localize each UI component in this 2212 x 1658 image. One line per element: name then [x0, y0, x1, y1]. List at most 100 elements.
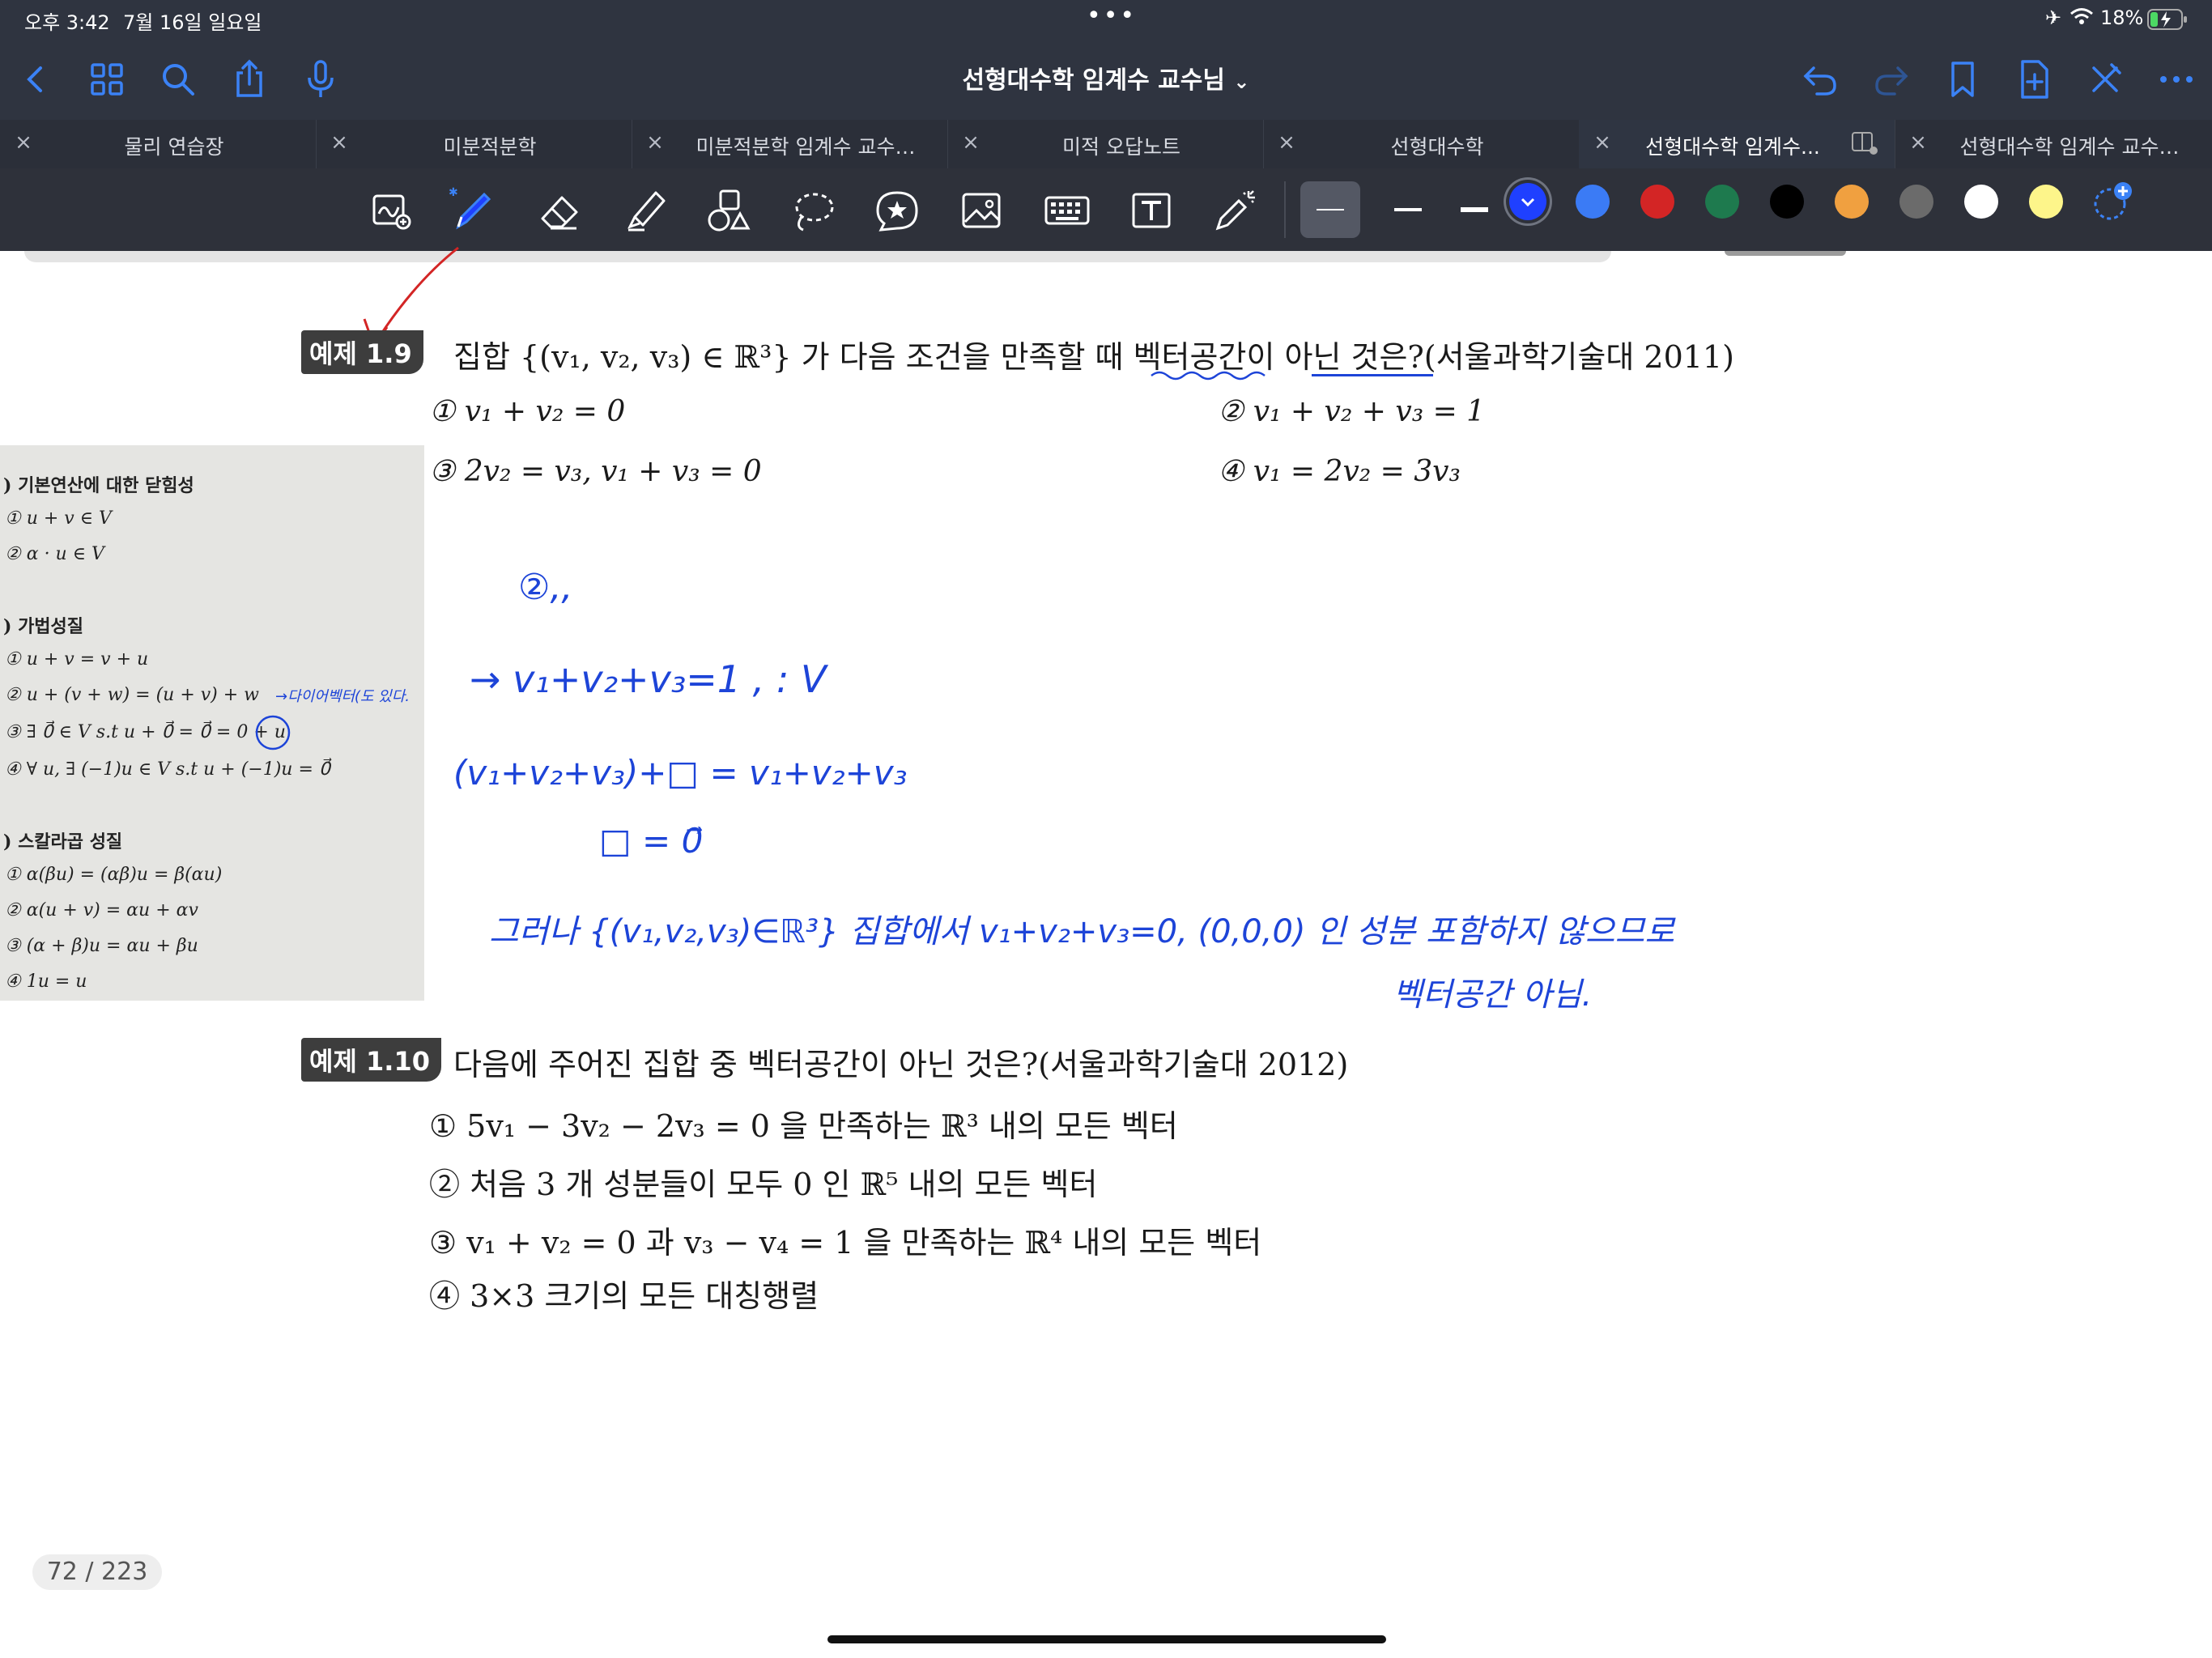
sticker-tool-icon[interactable]: [871, 185, 923, 236]
close-tab-icon[interactable]: ×: [643, 130, 667, 155]
axiom-item: ④ ∀ u, ∃ (−1)u ∈ V s.t u + (−1)u = 0⃗: [5, 759, 330, 780]
problem-1-10-option-4[interactable]: ④ 3×3 크기의 모든 대칭행렬: [429, 1271, 819, 1316]
tab-label: 미분적분학: [443, 135, 537, 159]
image-tool-icon[interactable]: [955, 185, 1007, 236]
zoom-window-icon[interactable]: [366, 185, 418, 236]
axiom-item: ① α(βu) = (αβ)u = β(αu): [5, 865, 223, 885]
axiom-item: ② α(u + v) = αu + αv: [5, 900, 198, 920]
problem-badge-1-9: 예제 1.9: [301, 330, 423, 374]
color-swatch-green[interactable]: [1705, 185, 1739, 219]
page-indicator[interactable]: 72 / 223: [32, 1554, 162, 1590]
axioms-heading-closure: ) 기본연산에 대한 닫힘성: [3, 475, 194, 496]
add-page-icon[interactable]: [2011, 57, 2057, 102]
problem-1-10-option-3[interactable]: ③ v₁ + v₂ = 0 과 v₃ − v₄ = 1 을 만족하는 ℝ⁴ 내의…: [429, 1218, 1261, 1262]
problem-1-10-option-1[interactable]: ① 5v₁ − 3v₂ − 2v₃ = 0 을 만족하는 ℝ³ 내의 모든 벡터: [429, 1101, 1178, 1146]
blue-underline-annotation: [1151, 371, 1266, 380]
navigation-bar: 선형대수학 임계수 교수님 ⌄: [0, 39, 2212, 120]
shapes-tool-icon[interactable]: [703, 185, 755, 236]
problem-1-9-option-1[interactable]: ① v₁ + v₂ = 0: [429, 395, 625, 428]
keyboard-tool-icon[interactable]: [1041, 185, 1093, 236]
handwritten-line: (v₁+v₂+v₃)+□ = v₁+v₂+v₃: [453, 753, 908, 793]
axioms-heading-additive: ) 가법성질: [3, 616, 84, 637]
tab-label: 미분적분학 임계수 교수…: [696, 135, 916, 159]
laser-pointer-icon[interactable]: [1210, 185, 1261, 236]
problem-1-9-option-2[interactable]: ② v₁ + v₂ + v₃ = 1: [1218, 395, 1485, 428]
text-tool-icon[interactable]: [1125, 185, 1177, 236]
status-time: 오후 3:42: [24, 11, 110, 34]
color-swatch-white[interactable]: [1964, 185, 1998, 219]
undo-icon[interactable]: [1797, 57, 1843, 102]
stroke-thick[interactable]: [1444, 181, 1504, 238]
more-options-icon[interactable]: [2154, 57, 2199, 102]
axiom-item: ① u + v ∈ V: [5, 508, 112, 529]
microphone-icon[interactable]: [298, 57, 343, 102]
color-swatch-light-blue[interactable]: [1576, 185, 1610, 219]
tab-linear-algebra[interactable]: × 선형대수학: [1263, 120, 1580, 168]
vector-space-axioms-box: ) 기본연산에 대한 닫힘성 ① u + v ∈ V ② α · u ∈ V )…: [0, 445, 424, 1001]
home-indicator[interactable]: [827, 1635, 1386, 1643]
tab-linear-algebra-professor-2[interactable]: × 선형대수학 임계수 교수…: [1895, 120, 2212, 168]
close-tab-icon[interactable]: ×: [11, 130, 36, 155]
problem-1-9-question: 집합 {(v₁, v₂, v₃) ∈ ℝ³} 가 다음 조건을 만족할 때 벡터…: [453, 339, 1734, 375]
blue-circle-annotation: [255, 715, 291, 750]
toolbar-divider: [1284, 181, 1286, 238]
tab-label: 선형대수학 임계수 교수…: [1959, 135, 2180, 159]
close-tab-icon[interactable]: ×: [1590, 130, 1614, 155]
battery-percent: 18%: [2100, 6, 2144, 29]
multitask-dots-icon[interactable]: •••: [1087, 2, 1137, 30]
axiom-item: ③ ∃ 0⃗ ∈ V s.t u + 0⃗ = 0⃗ = 0 + u: [5, 722, 286, 742]
tab-calculus-wrong-notes[interactable]: × 미적 오답노트: [947, 120, 1264, 168]
problem-1-9-option-3[interactable]: ③ 2v₂ = v₃, v₁ + v₃ = 0: [429, 455, 762, 488]
pen-tool-icon[interactable]: ✱: [447, 185, 499, 236]
color-swatch-yellow[interactable]: [2029, 185, 2063, 219]
close-tab-icon[interactable]: ×: [327, 130, 351, 155]
airplane-icon: ✈: [2045, 6, 2062, 29]
document-title-button[interactable]: 선형대수학 임계수 교수님 ⌄: [863, 60, 1349, 96]
close-tab-icon[interactable]: ×: [959, 130, 983, 155]
stroke-medium[interactable]: [1378, 181, 1438, 238]
blue-underline-annotation-2: [1312, 374, 1433, 376]
share-icon[interactable]: [227, 57, 272, 102]
grid-view-icon[interactable]: [84, 57, 130, 102]
tab-label: 물리 연습장: [124, 135, 224, 159]
handwritten-line: 그러나 {(v₁,v₂,v₃)∈ℝ³} 집합에서 v₁+v₂+v₃=0, (0,…: [489, 913, 1675, 950]
color-swatch-gray[interactable]: [1899, 185, 1933, 219]
tab-bar: × 물리 연습장 × 미분적분학 × 미분적분학 임계수 교수… × 미적 오답…: [0, 120, 2212, 168]
lasso-tool-icon[interactable]: [787, 185, 839, 236]
drawing-toolbar: ✱: [0, 168, 2212, 251]
back-icon[interactable]: [13, 57, 58, 102]
problem-1-10-option-2[interactable]: ② 처음 3 개 성분들이 모두 0 인 ℝ⁵ 내의 모든 벡터: [429, 1159, 1097, 1204]
add-color-icon[interactable]: [2091, 181, 2133, 223]
color-swatch-black[interactable]: [1770, 185, 1804, 219]
close-tab-icon[interactable]: ×: [1906, 130, 1930, 155]
redo-icon[interactable]: [1869, 57, 1914, 102]
eraser-tool-icon[interactable]: [534, 185, 586, 236]
axiom-item: ② α · u ∈ V: [5, 544, 104, 564]
close-tab-icon[interactable]: ×: [1274, 130, 1299, 155]
svg-text:✱: ✱: [449, 186, 458, 199]
color-swatch-red[interactable]: [1640, 185, 1674, 219]
tab-linear-algebra-professor-active[interactable]: × 선형대수학 임계수...: [1579, 120, 1895, 168]
search-icon[interactable]: [155, 57, 201, 102]
bookmark-icon[interactable]: [1940, 57, 1985, 102]
highlighter-tool-icon[interactable]: [620, 185, 672, 236]
tab-label: 선형대수학: [1390, 135, 1484, 159]
tab-physics-practice[interactable]: × 물리 연습장: [0, 120, 317, 168]
status-date: 7월 16일 일요일: [123, 11, 262, 34]
tab-calculus-professor[interactable]: × 미분적분학 임계수 교수…: [632, 120, 948, 168]
split-view-icon[interactable]: [1851, 131, 1878, 159]
problem-badge-1-10: 예제 1.10: [301, 1038, 441, 1082]
close-edit-icon[interactable]: [2082, 57, 2128, 102]
previous-page-edge: [24, 251, 1611, 262]
color-swatch-blue-selected[interactable]: [1509, 183, 1546, 220]
color-swatch-orange[interactable]: [1835, 185, 1869, 219]
status-bar: 오후 3:42 7월 16일 일요일 ••• ✈ 18%: [0, 0, 2212, 39]
handwritten-line: → v₁+v₂+v₃=1 , : V: [470, 657, 827, 701]
tab-calculus[interactable]: × 미분적분학: [316, 120, 632, 168]
handwritten-line: □ = 0⃗: [599, 821, 704, 861]
tab-label: 선형대수학 임계수...: [1645, 135, 1820, 159]
axioms-heading-scalar: ) 스칼라곱 성질: [3, 831, 123, 852]
handwritten-line: 벡터공간 아님.: [1393, 976, 1593, 1014]
problem-1-9-option-4[interactable]: ④ v₁ = 2v₂ = 3v₃: [1218, 455, 1461, 488]
stroke-thin-selected[interactable]: [1300, 181, 1360, 238]
